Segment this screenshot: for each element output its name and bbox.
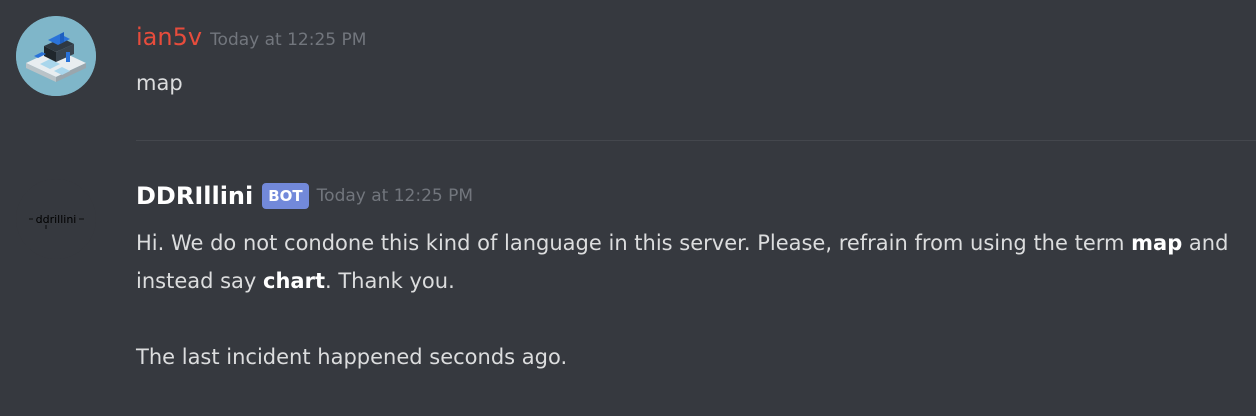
bold-word-chart: chart xyxy=(263,269,325,293)
ddrillini-logo-avatar-icon: ddrillini xyxy=(16,179,96,259)
message-divider xyxy=(136,140,1256,141)
bold-word-map: map xyxy=(1131,231,1183,255)
username[interactable]: ian5v xyxy=(136,22,202,52)
username[interactable]: DDRIllini xyxy=(136,181,253,211)
avatar-ian5v[interactable] xyxy=(16,16,96,96)
message-header: ian5v Today at 12:25 PM xyxy=(136,22,366,52)
bot-badge: BOT xyxy=(262,183,309,209)
avatar-logo-text: ddrillini xyxy=(36,213,77,226)
timestamp: Today at 12:25 PM xyxy=(316,186,474,206)
isometric-building-avatar-icon xyxy=(16,16,96,96)
text-segment: . Thank you. xyxy=(325,269,455,293)
text-segment: Hi. We do not condone this kind of langu… xyxy=(136,231,1132,255)
message-content: map xyxy=(136,64,1232,102)
timestamp: Today at 12:25 PM xyxy=(210,30,367,50)
chat-messages: ian5v Today at 12:25 PM map ddrillini DD… xyxy=(0,0,1256,416)
message-ddrillini: ddrillini DDRIllini BOT Today at 12:25 P… xyxy=(0,142,1256,416)
avatar-ddrillini[interactable]: ddrillini xyxy=(16,179,96,259)
message-paragraph-1: Hi. We do not condone this kind of langu… xyxy=(136,224,1232,300)
message-ian5v: ian5v Today at 12:25 PM map xyxy=(0,0,1256,140)
message-paragraph-2: The last incident happened seconds ago. xyxy=(136,345,568,369)
message-header: DDRIllini BOT Today at 12:25 PM xyxy=(136,181,473,211)
message-text: map xyxy=(136,71,183,95)
message-content: Hi. We do not condone this kind of langu… xyxy=(136,224,1232,376)
